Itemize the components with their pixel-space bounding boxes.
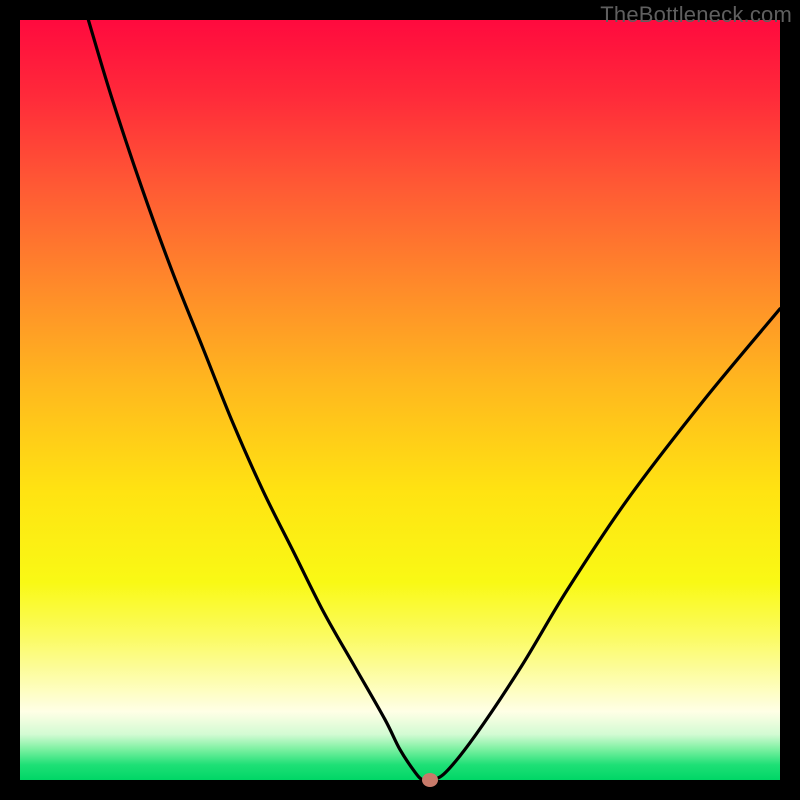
chart-frame: TheBottleneck.com — [0, 0, 800, 800]
bottleneck-curve-path — [88, 20, 780, 780]
watermark-text: TheBottleneck.com — [600, 2, 792, 28]
plot-area — [20, 20, 780, 780]
highlight-dot — [422, 773, 438, 787]
curve-svg — [20, 20, 780, 780]
